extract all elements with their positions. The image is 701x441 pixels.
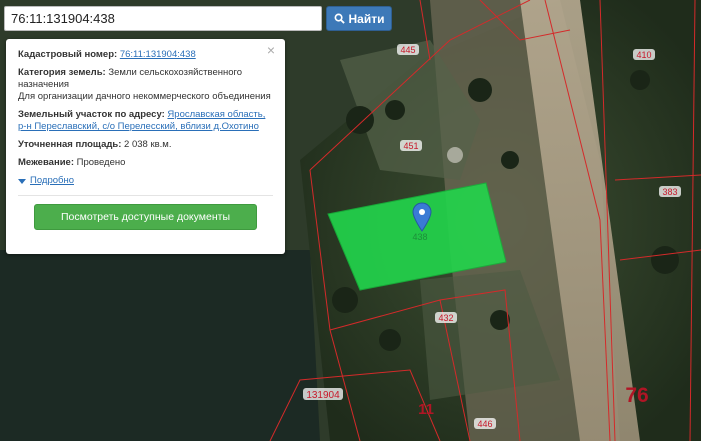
parcel-label-446: 446 — [474, 418, 496, 429]
parcel-label-445: 445 — [397, 44, 419, 55]
area-row: Уточненная площадь: 2 038 кв.м. — [18, 139, 273, 151]
block-label-131904: 131904 — [303, 388, 343, 401]
quarter-label-11: 11 — [418, 401, 434, 418]
parcel-label-432: 432 — [435, 312, 457, 323]
svg-text:131904: 131904 — [306, 390, 340, 401]
parcel-info-panel: × Кадастровый номер: 76:11:131904:438 Ка… — [6, 39, 285, 254]
svg-text:438: 438 — [412, 232, 427, 242]
caret-down-icon — [18, 178, 26, 184]
address-label: Земельный участок по адресу: — [18, 109, 165, 120]
area-value: 2 038 кв.м. — [124, 139, 172, 150]
parcel-label-438: 438 — [412, 232, 427, 242]
search-icon — [334, 13, 345, 24]
area-label: Уточненная площадь: — [18, 139, 122, 150]
survey-row: Межевание: Проведено — [18, 157, 273, 169]
parcel-label-410: 410 — [633, 49, 655, 60]
cadastral-number-label: Кадастровый номер: — [18, 49, 118, 60]
cadastral-number-row: Кадастровый номер: 76:11:131904:438 — [18, 49, 273, 61]
address-row: Земельный участок по адресу: Ярославская… — [18, 109, 273, 133]
view-documents-button[interactable]: Посмотреть доступные документы — [34, 204, 257, 230]
close-icon[interactable]: × — [265, 43, 277, 57]
land-category-row: Категория земель: Земли сельскохозяйстве… — [18, 67, 273, 103]
cadastral-number-link[interactable]: 76:11:131904:438 — [120, 49, 196, 60]
search-input[interactable] — [4, 6, 322, 31]
details-toggle[interactable]: Подробно — [18, 175, 273, 187]
survey-value: Проведено — [76, 157, 126, 168]
svg-text:446: 446 — [477, 419, 492, 429]
svg-text:383: 383 — [662, 187, 677, 197]
svg-text:432: 432 — [438, 313, 453, 323]
details-link[interactable]: Подробно — [30, 175, 74, 187]
panel-divider — [18, 195, 273, 196]
svg-text:445: 445 — [400, 45, 415, 55]
find-button-label: Найти — [348, 11, 385, 26]
survey-label: Межевание: — [18, 157, 74, 168]
parcel-label-383: 383 — [659, 186, 681, 197]
land-category-label: Категория земель: — [18, 67, 106, 78]
svg-text:410: 410 — [636, 50, 651, 60]
svg-text:451: 451 — [403, 141, 418, 151]
region-label-76: 76 — [625, 384, 648, 407]
land-purpose-value: Для организации дачного некоммерческого … — [18, 91, 271, 102]
find-button[interactable]: Найти — [326, 6, 392, 31]
parcel-label-451: 451 — [400, 140, 422, 151]
